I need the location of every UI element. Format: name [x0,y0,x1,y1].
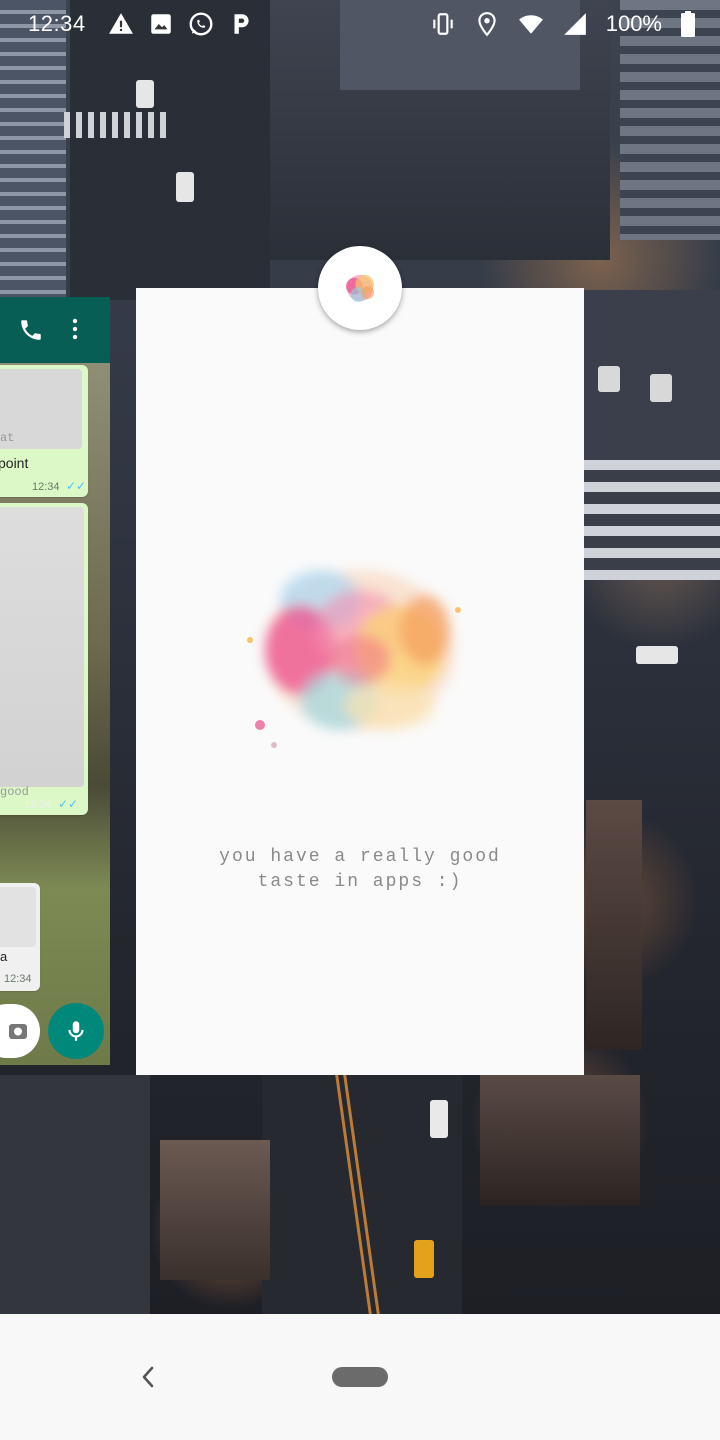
wallpaper-car [430,1100,448,1138]
wallpaper-car [176,172,194,202]
battery-icon [680,11,696,37]
message-image [0,507,84,787]
back-chevron-icon [142,1366,154,1388]
signal-icon [562,11,588,37]
wallpaper-car [650,374,672,402]
app-icon[interactable] [318,246,402,330]
image-icon [148,11,174,37]
status-time: 12:34 [28,11,86,36]
wallpaper-crosswalk [64,112,168,138]
parking-icon [228,11,254,37]
call-icon[interactable] [18,317,44,343]
camera-icon [9,1024,27,1039]
whatsapp-icon [188,11,214,37]
wallpaper-building [0,1075,150,1314]
more-options-icon[interactable] [72,317,82,343]
wallpaper-car [636,646,678,664]
message-bubble[interactable]: good 12:34 ✓✓ [0,503,88,815]
whatsapp-toolbar [0,297,110,363]
message-time: 12:34 [24,799,52,811]
wallpaper-car [598,366,620,392]
notification-icons [108,11,254,37]
splash-message: you have a really good taste in apps :) [219,847,501,892]
battery-percent: 100% [605,11,662,36]
message-time: 12:34 [4,973,32,985]
wallpaper-building [160,1140,270,1280]
wallpaper-car [136,80,154,108]
message-time: 12:34 [32,481,60,493]
wifi-icon [518,11,544,37]
wallpaper-building [586,800,642,1050]
watercolor-splash-image [247,570,461,748]
home-pill-button[interactable] [332,1367,388,1387]
recent-app-card-whatsapp[interactable]: at point 12:34 ✓✓ good 12:34 ✓✓ a 12:34 [0,297,110,1065]
mic-icon [68,1021,84,1041]
wallpaper-car [414,1240,434,1278]
status-bar: 12:34 100% [0,0,720,48]
message-bubble[interactable]: at point 12:34 ✓✓ [0,365,88,497]
message-text: point [0,455,29,471]
location-icon [474,11,500,37]
read-ticks-icon: ✓✓ [66,479,87,493]
message-image [0,887,36,947]
mic-button[interactable] [48,1003,104,1059]
wallpaper-building [480,1075,640,1205]
message-text: good [0,785,29,799]
warning-icon [108,11,134,37]
vibrate-icon [430,11,456,37]
paint-splash-icon [346,274,374,302]
message-text: a [0,949,8,964]
wallpaper-building [584,460,720,580]
back-button[interactable] [132,1360,164,1394]
message-bubble[interactable]: a 12:34 [0,883,40,991]
read-ticks-icon: ✓✓ [58,797,79,811]
message-text: at [0,431,15,445]
system-icons: 100% [430,11,696,37]
